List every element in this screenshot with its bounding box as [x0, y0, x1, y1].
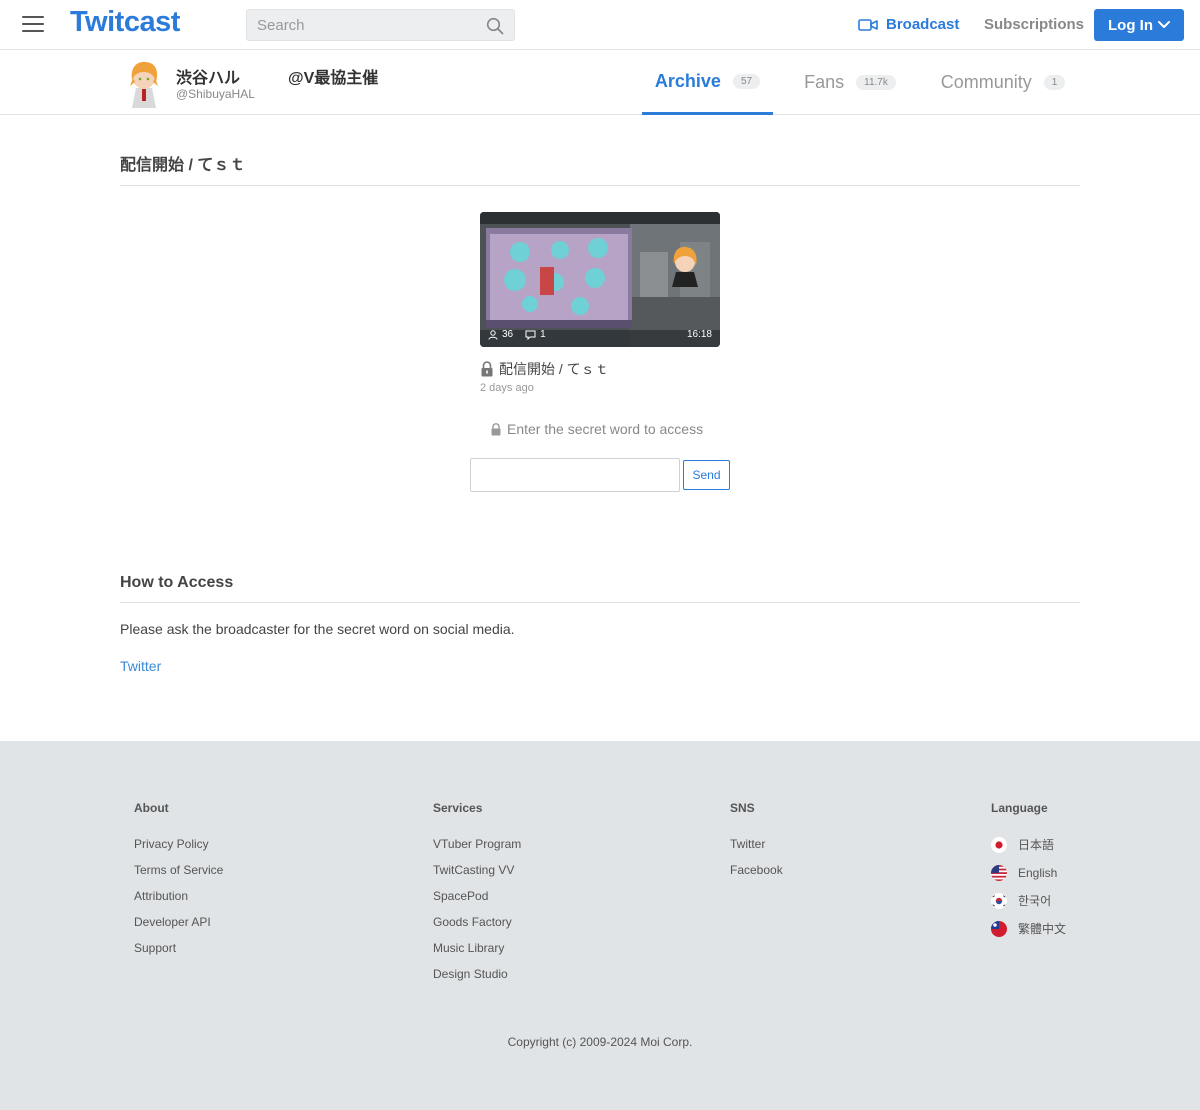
secret-word-input[interactable]	[470, 458, 680, 492]
footer-link-twitcasting-vv[interactable]: TwitCasting VV	[433, 863, 521, 878]
movie-date: 2 days ago	[480, 382, 534, 394]
thumbnail-stats: 36 1	[488, 329, 546, 340]
footer-link-design-studio[interactable]: Design Studio	[433, 967, 521, 982]
footer-link-support[interactable]: Support	[134, 941, 223, 956]
tab-community[interactable]: Community 1	[928, 50, 1078, 115]
broadcast-label: Broadcast	[886, 16, 960, 33]
footer-about-column: About Privacy Policy Terms of Service At…	[134, 801, 223, 967]
search-input[interactable]	[247, 10, 467, 40]
tab-archive-count: 57	[732, 73, 761, 89]
footer-link-facebook[interactable]: Facebook	[730, 863, 783, 878]
copyright: Copyright (c) 2009-2024 Moi Corp.	[507, 1035, 693, 1049]
viewer-icon	[488, 329, 498, 340]
language-label: 日本語	[1018, 838, 1055, 852]
profile-bar: 渋谷ハル @V最協主催 @ShibuyaHAL Archive 57 Fans …	[0, 50, 1200, 115]
language-korean[interactable]: 한국어	[991, 893, 1066, 909]
footer-about-heading: About	[134, 801, 169, 815]
how-to-access-text: Please ask the broadcaster for the secre…	[120, 621, 515, 637]
thumbnail-image	[480, 212, 720, 347]
chevron-down-icon	[1158, 21, 1170, 28]
tab-archive[interactable]: Archive 57	[642, 50, 773, 115]
movie-title: 配信開始 / てｓｔ	[499, 361, 609, 377]
korea-flag-icon	[991, 893, 1007, 909]
channel-handle: @ShibuyaHAL	[176, 87, 255, 101]
comment-count: 1	[540, 329, 546, 340]
language-traditional-chinese[interactable]: 繁體中文	[991, 921, 1066, 937]
avatar[interactable]	[124, 58, 164, 108]
secret-word-prompt: Enter the secret word to access	[490, 421, 703, 437]
language-japanese[interactable]: 日本語	[991, 837, 1066, 853]
taiwan-flag-icon	[991, 921, 1007, 937]
footer-sns-column: SNS Twitter Facebook	[730, 801, 783, 889]
send-button[interactable]: Send	[683, 460, 730, 490]
tab-fans[interactable]: Fans 11.7k	[790, 50, 910, 115]
footer: About Privacy Policy Terms of Service At…	[0, 741, 1200, 1110]
menu-icon[interactable]	[22, 16, 44, 34]
movie-duration: 16:18	[686, 329, 712, 340]
tab-fans-label: Fans	[804, 72, 845, 92]
movie-thumbnail[interactable]: 36 1 16:18	[480, 212, 720, 347]
footer-link-twitter[interactable]: Twitter	[730, 837, 783, 852]
footer-link-goods-factory[interactable]: Goods Factory	[433, 915, 521, 930]
footer-link-attribution[interactable]: Attribution	[134, 889, 223, 904]
channel-name[interactable]: 渋谷ハル @V最協主催	[176, 64, 378, 88]
tab-fans-count: 11.7k	[856, 75, 896, 90]
footer-language-column: Language 日本語 English 한국어 繁體中文	[991, 801, 1066, 949]
us-flag-icon	[991, 865, 1007, 881]
footer-services-heading: Services	[433, 801, 483, 815]
footer-services-column: Services VTuber Program TwitCasting VV S…	[433, 801, 521, 993]
broadcast-link[interactable]: Broadcast	[858, 16, 959, 33]
language-english[interactable]: English	[991, 865, 1066, 881]
login-button[interactable]: Log In	[1094, 9, 1184, 41]
footer-link-privacy-policy[interactable]: Privacy Policy	[134, 837, 223, 852]
twitcast-logo[interactable]: Twitcast	[70, 6, 180, 39]
footer-sns-heading: SNS	[730, 801, 755, 815]
viewer-count: 36	[502, 329, 514, 340]
subscriptions-link[interactable]: Subscriptions	[984, 16, 1084, 33]
comment-icon	[525, 330, 536, 340]
language-label: 한국어	[1018, 894, 1052, 908]
login-label: Log In	[1108, 16, 1153, 34]
tab-community-label: Community	[940, 72, 1032, 92]
lock-icon	[491, 422, 501, 435]
movie-title-link[interactable]: 配信開始 / てｓｔ	[480, 359, 609, 379]
tab-archive-label: Archive	[654, 70, 721, 91]
lock-icon	[481, 361, 493, 377]
secret-word-prompt-text: Enter the secret word to access	[507, 421, 704, 437]
footer-link-vtuber-program[interactable]: VTuber Program	[433, 837, 521, 852]
language-label: 繁體中文	[1018, 922, 1067, 936]
search-box	[246, 9, 515, 41]
footer-link-terms-of-service[interactable]: Terms of Service	[134, 863, 223, 878]
search-icon[interactable]	[486, 17, 504, 35]
movie-section-title: 配信開始 / てｓｔ	[120, 151, 1080, 186]
tab-community-count: 1	[1043, 75, 1066, 90]
footer-language-heading: Language	[991, 801, 1048, 815]
broadcaster-twitter-link[interactable]: Twitter	[120, 658, 161, 674]
footer-link-music-library[interactable]: Music Library	[433, 941, 521, 956]
video-camera-icon	[858, 18, 878, 31]
footer-link-spacepod[interactable]: SpacePod	[433, 889, 521, 904]
how-to-access-title: How to Access	[120, 574, 1080, 603]
top-navbar: Twitcast Broadcast Subscriptions Log In	[0, 0, 1200, 50]
language-label: English	[1018, 866, 1058, 880]
japan-flag-icon	[991, 837, 1007, 853]
footer-link-developer-api[interactable]: Developer API	[134, 915, 223, 930]
